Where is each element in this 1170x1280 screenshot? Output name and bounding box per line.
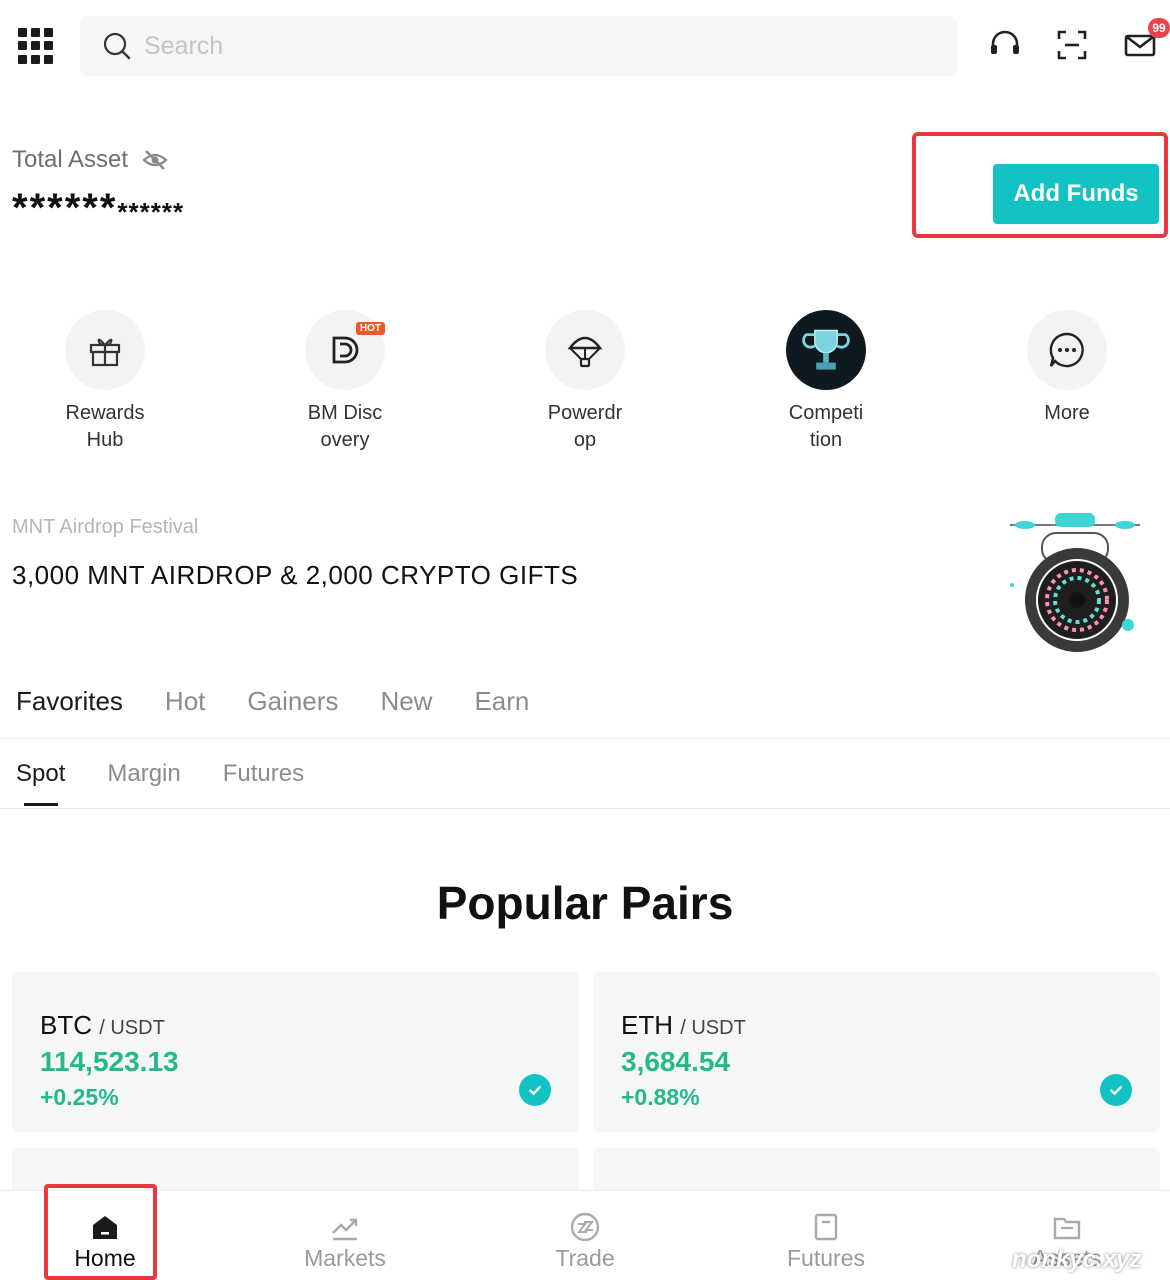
- market-subtabs: Spot Margin Futures: [16, 760, 304, 788]
- watermark-text: nonkyc.xyz: [1012, 1246, 1142, 1273]
- notification-badge: 99: [1148, 18, 1170, 38]
- quick-label-line2: overy: [320, 429, 370, 451]
- parachute-icon: [567, 336, 603, 368]
- total-asset-text: Total Asset: [12, 146, 129, 173]
- nav-trade[interactable]: Trade: [515, 1211, 655, 1272]
- trade-icon: [570, 1212, 600, 1242]
- subtab-margin[interactable]: Margin: [107, 760, 180, 788]
- tab-new[interactable]: New: [380, 686, 432, 717]
- quick-label-line2: op: [573, 429, 597, 451]
- total-asset-value: ************: [12, 186, 184, 231]
- checkmark-icon[interactable]: [1100, 1074, 1132, 1106]
- pair-quote: / USDT: [99, 1017, 165, 1039]
- nav-label: Trade: [555, 1245, 615, 1271]
- quick-item-bm-discovery[interactable]: HOT BM Disc overy: [275, 310, 415, 454]
- pair-card-eth[interactable]: ETH / USDT 3,684.54 +0.88%: [593, 972, 1160, 1132]
- tab-favorites[interactable]: Favorites: [16, 686, 123, 717]
- nav-futures[interactable]: Futures: [756, 1211, 896, 1272]
- tab-hot[interactable]: Hot: [165, 686, 205, 717]
- pair-price: 3,684.54: [621, 1046, 730, 1077]
- scan-icon[interactable]: [1054, 27, 1090, 63]
- futures-icon: [814, 1213, 838, 1241]
- tab-gainers[interactable]: Gainers: [247, 686, 338, 717]
- apps-grid-icon[interactable]: [18, 28, 54, 64]
- checkmark-icon[interactable]: [519, 1074, 551, 1106]
- bottom-navigation: Home Markets Trade Futures Assets: [0, 1190, 1170, 1280]
- active-subtab-indicator: [24, 803, 58, 806]
- wallet-icon: [1053, 1217, 1081, 1240]
- divider: [0, 808, 1170, 809]
- gift-icon: [89, 338, 121, 367]
- subtab-spot[interactable]: Spot: [16, 760, 65, 788]
- tab-earn[interactable]: Earn: [474, 686, 529, 717]
- highlight-frame-home: [44, 1184, 157, 1280]
- mail-button[interactable]: 99: [1122, 18, 1170, 63]
- drone-illustration: [1010, 513, 1140, 652]
- subtab-futures[interactable]: Futures: [223, 760, 304, 788]
- trophy-icon: [802, 329, 850, 370]
- quick-label-line2: tion: [809, 429, 843, 451]
- search-icon: [103, 32, 131, 60]
- banner-subtitle: MNT Airdrop Festival: [12, 516, 199, 538]
- competition-circle: [786, 310, 866, 390]
- rewards-hub-circle: [65, 310, 145, 390]
- hot-badge: HOT: [355, 322, 385, 335]
- pair-base: ETH: [621, 1010, 673, 1040]
- hidden-eye-icon[interactable]: [142, 149, 168, 171]
- divider: [0, 738, 1170, 739]
- quick-item-rewards-hub[interactable]: Rewards Hub: [35, 310, 175, 454]
- quick-label-line2: Hub: [86, 429, 124, 451]
- banner-title[interactable]: 3,000 MNT AIRDROP & 2,000 CRYPTO GIFTS: [12, 560, 578, 591]
- search-placeholder: Search: [144, 31, 224, 60]
- headset-icon[interactable]: [987, 27, 1023, 63]
- pair-base: BTC: [40, 1010, 92, 1040]
- search-bar[interactable]: Search: [80, 16, 957, 76]
- nav-label: Futures: [787, 1245, 865, 1271]
- quick-item-powerdrop[interactable]: Powerdr op: [515, 310, 655, 454]
- powerdrop-circle: [545, 310, 625, 390]
- pair-change: +0.25%: [40, 1084, 119, 1110]
- nav-markets[interactable]: Markets: [275, 1211, 415, 1272]
- quick-item-competition[interactable]: Competi tion: [756, 310, 896, 454]
- market-tabs: Favorites Hot Gainers New Earn: [16, 686, 529, 717]
- pair-price: 114,523.13: [40, 1046, 179, 1077]
- pair-quote: / USDT: [680, 1017, 746, 1039]
- add-funds-button[interactable]: Add Funds: [993, 164, 1159, 224]
- popular-pairs-title: Popular Pairs: [436, 877, 734, 929]
- total-asset-label: Total Asset: [12, 146, 168, 174]
- quick-label-line1: More: [1044, 402, 1090, 424]
- quick-label-line1: BM Disc: [307, 402, 383, 424]
- chart-trend-icon: [332, 1218, 358, 1241]
- quick-item-more[interactable]: More: [997, 310, 1137, 427]
- asset-value-small: ******: [117, 197, 185, 227]
- pair-change: +0.88%: [621, 1084, 700, 1110]
- nav-label: Markets: [304, 1245, 386, 1271]
- discovery-icon: [332, 336, 359, 364]
- pair-card-btc[interactable]: BTC / USDT 114,523.13 +0.25%: [12, 972, 579, 1132]
- more-circle: [1027, 310, 1107, 390]
- asset-value-main: ******: [12, 186, 118, 230]
- quick-label-line1: Rewards: [65, 402, 145, 424]
- quick-label-line1: Competi: [788, 402, 864, 424]
- quick-label-line1: Powerdr: [547, 402, 623, 424]
- bm-discovery-circle: HOT: [305, 310, 385, 390]
- more-icon: [1049, 332, 1084, 368]
